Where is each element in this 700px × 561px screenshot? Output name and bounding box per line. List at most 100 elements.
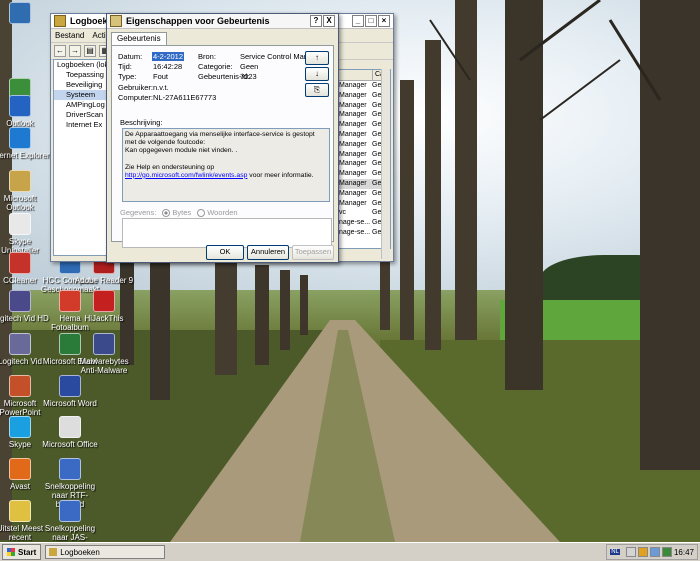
dialog-tabs: Gebeurtenis: [111, 32, 167, 45]
system-tray: NL 16:47: [606, 544, 698, 560]
event-list-scrollbar[interactable]: [381, 69, 390, 259]
desktop-shortcut[interactable]: Malwarebytes Anti-Malware: [74, 333, 134, 375]
taskbar-item-logboeken[interactable]: Logboeken: [45, 545, 166, 559]
update-icon[interactable]: [661, 547, 672, 557]
minimize-button[interactable]: _: [352, 15, 364, 27]
desktop-shortcut[interactable]: Microsoft Outlook: [0, 170, 50, 212]
event-source-cell: vc: [339, 209, 346, 217]
column-source-header[interactable]: [338, 70, 373, 80]
security-icon[interactable]: [637, 547, 648, 557]
description-text-2: Kan opgegeven module niet vinden. .: [125, 147, 238, 155]
tree-item[interactable]: AMPingLog: [54, 100, 106, 110]
beschrijving-label: Beschrijving:: [120, 118, 163, 127]
desktop-shortcut[interactable]: Microsoft Office: [40, 416, 100, 449]
event-source-cell: Manager: [339, 82, 367, 89]
bytes-label: Bytes: [172, 208, 192, 217]
shortcut-icon: [9, 252, 31, 274]
shortcut-icon: [59, 458, 81, 480]
event-details-panel: Datum: 4-2-2012 Tijd: 16:42:28 Type: Fou…: [111, 45, 334, 248]
shortcut-icon: [93, 290, 115, 312]
help-button[interactable]: ?: [310, 15, 322, 27]
help-suffix: voor meer informatie.: [247, 171, 314, 179]
event-properties-dialog: Eigenschappen voor Gebeurtenis ? X Gebeu…: [106, 13, 339, 263]
tree-item[interactable]: Internet Ex: [54, 120, 106, 130]
close-icon[interactable]: ×: [378, 15, 390, 27]
language-indicator[interactable]: NL: [610, 549, 620, 555]
menu-bestand[interactable]: Bestand: [55, 31, 84, 40]
next-event-button[interactable]: ↓: [305, 67, 329, 81]
desktop-shortcut[interactable]: Microsoft Word: [40, 375, 100, 408]
shortcut-icon: [59, 416, 81, 438]
shortcut-icon: [9, 213, 31, 235]
copy-event-button[interactable]: ⎘: [305, 83, 329, 97]
help-link[interactable]: http://go.microsoft.com/fwlink/events.as…: [125, 172, 247, 179]
shortcut-label: Microsoft Outlook: [3, 194, 37, 212]
volume-icon[interactable]: [649, 547, 660, 557]
description-help: Zie Help en ondersteuning op http://go.m…: [125, 164, 327, 180]
clock: 16:47: [673, 547, 694, 557]
shortcut-label: Malwarebytes Anti-Malware: [79, 357, 129, 375]
desktop-shortcut[interactable]: [0, 2, 50, 26]
shortcut-icon: [9, 375, 31, 397]
bytes-radio[interactable]: [162, 209, 171, 218]
event-source-cell: Manager: [339, 160, 367, 168]
previous-event-button[interactable]: ↑: [305, 51, 329, 65]
event-source-cell: Manager: [339, 121, 367, 129]
shortcut-icon: [9, 2, 31, 24]
shortcut-label: Internet Explorer: [0, 151, 50, 160]
folder-up-icon[interactable]: ▤: [84, 45, 96, 57]
gegevens-label: Gegevens: Bytes Woorden: [120, 208, 238, 218]
tree-item[interactable]: Toepassing: [54, 70, 106, 80]
desktop-shortcut[interactable]: Outlook: [0, 95, 50, 128]
event-source-cell: Manager: [339, 111, 367, 119]
tree-item[interactable]: Systeem: [54, 90, 106, 100]
shortcut-label: Microsoft Office: [42, 440, 98, 449]
shortcut-label: HiJackThis: [84, 314, 124, 323]
gebeurtenis-id-value: 7023: [240, 72, 257, 81]
event-source-cell: Manager: [339, 189, 367, 197]
shortcut-label: Uitstel Meest recent: [0, 524, 44, 542]
tree-item[interactable]: DriverScan: [54, 110, 106, 120]
back-arrow-icon[interactable]: ←: [54, 45, 66, 57]
event-source-cell: Manager: [339, 140, 367, 148]
description-text-1: De Apparaattoegang via menselijke interf…: [125, 131, 315, 147]
tijd-value: 16:42:28: [153, 62, 183, 71]
shortcut-label: Microsoft Word: [43, 399, 97, 408]
tijd-label: Tijd:: [118, 62, 132, 71]
tree-item[interactable]: Beveiliging: [54, 80, 106, 90]
type-label: Type:: [118, 72, 137, 81]
event-viewer-task-icon: [49, 548, 58, 556]
shortcut-icon: [9, 458, 31, 480]
apply-button[interactable]: Toepassen: [292, 245, 334, 260]
network-icon[interactable]: [625, 547, 636, 557]
tab-gebeurtenis[interactable]: Gebeurtenis: [111, 32, 167, 45]
event-source-cell: Manager: [339, 91, 367, 99]
desktop-shortcut[interactable]: Internet Explorer: [0, 127, 50, 160]
dialog-close-button[interactable]: X: [323, 15, 335, 27]
woorden-radio[interactable]: [197, 209, 206, 218]
dialog-title: Eigenschappen voor Gebeurtenis: [126, 16, 270, 26]
woorden-label: Woorden: [207, 208, 238, 217]
shortcut-icon: [59, 375, 81, 397]
datum-value[interactable]: 4-2-2012: [152, 52, 185, 61]
desktop-shortcut[interactable]: Uitstel Meest recent: [0, 500, 50, 542]
shortcut-icon: [9, 170, 31, 192]
start-button[interactable]: Start: [2, 544, 42, 560]
desktop-shortcut[interactable]: HiJackThis: [74, 290, 134, 323]
cancel-button[interactable]: Annuleren: [247, 245, 289, 260]
forward-arrow-icon[interactable]: →: [69, 45, 81, 57]
event-source-cell: Manager: [339, 170, 367, 178]
description-box[interactable]: De Apparaattoegang via menselijke interf…: [122, 128, 330, 202]
dialog-titlebar[interactable]: Eigenschappen voor Gebeurtenis ? X: [107, 14, 338, 29]
event-source-cell: Manager: [339, 101, 367, 109]
data-box[interactable]: [122, 218, 332, 248]
shortcut-icon: [9, 416, 31, 438]
desktop-shortcut[interactable]: Skype Uninstaller: [0, 213, 50, 255]
maximize-button[interactable]: □: [365, 15, 377, 27]
categorie-label: Categorie:: [198, 62, 233, 71]
ok-button[interactable]: OK: [206, 245, 244, 260]
shortcut-icon: [59, 500, 81, 522]
bron-label: Bron:: [198, 52, 216, 61]
dialog-icon: [110, 15, 122, 27]
tree-item[interactable]: Logboeken (lok: [54, 60, 108, 70]
